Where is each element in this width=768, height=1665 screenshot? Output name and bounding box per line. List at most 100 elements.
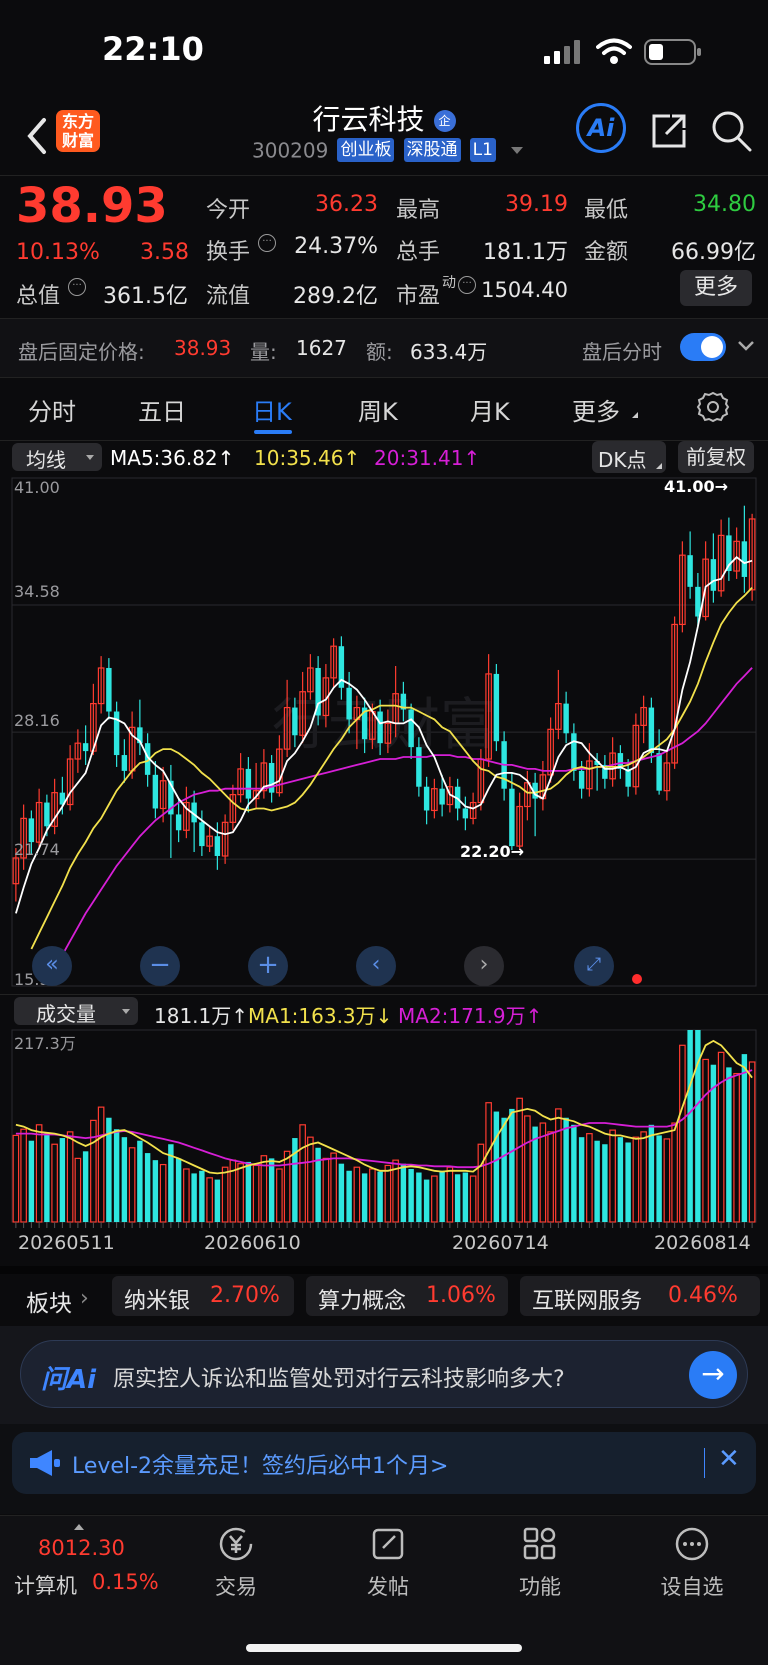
volume-bar [602, 1144, 608, 1222]
send-arrow-icon[interactable]: → [689, 1351, 737, 1399]
tab-weekly-k[interactable]: 周K [358, 392, 398, 427]
volume-bar [748, 1061, 756, 1223]
prev-icon[interactable]: ‹ [356, 946, 396, 986]
home-indicator [246, 1644, 522, 1652]
close-icon[interactable]: ✕ [718, 1444, 740, 1474]
volume-bar [717, 1051, 725, 1223]
post-tab[interactable]: 发帖 [328, 1526, 448, 1601]
tab-more[interactable]: 更多 [572, 392, 620, 427]
volume-bar [183, 1168, 190, 1223]
info-icon[interactable]: ··· [258, 234, 276, 252]
volume-value: 181.1万↑ [154, 1000, 248, 1029]
index-name[interactable]: 计算机 [14, 1570, 77, 1600]
ma20-arrow: ↑ [463, 446, 481, 470]
sector-chip[interactable]: 互联网服务 0.46% [520, 1276, 760, 1316]
info-icon[interactable]: ··· [458, 276, 476, 294]
float-value: 289.2亿 [293, 284, 378, 309]
ma-selector-label: 均线 [26, 448, 66, 472]
volume-bar [44, 1133, 50, 1222]
volume-bar [726, 1067, 732, 1222]
gear-icon[interactable] [696, 390, 730, 424]
function-tab[interactable]: 功能 [480, 1526, 600, 1601]
tab-daily-k[interactable]: 日K [252, 392, 292, 427]
volume-bar [431, 1175, 438, 1223]
index-value[interactable]: 8012.30 [38, 1536, 125, 1560]
sector-chip[interactable]: 纳米银 2.70% [112, 1276, 294, 1316]
volume-bar [322, 1157, 330, 1223]
candle-body [121, 755, 128, 771]
after-hours-vol: 1627 [296, 336, 347, 360]
kline-y-label: 28.16 [14, 711, 60, 730]
volume-bar [144, 1153, 151, 1222]
adjust-button[interactable]: 前复权 [678, 441, 754, 473]
volume-chart[interactable] [0, 1026, 768, 1230]
candle-body [152, 774, 159, 809]
tab-intraday[interactable]: 分时 [28, 392, 76, 427]
volume-bar [617, 1137, 624, 1222]
next-icon[interactable]: › [464, 946, 504, 986]
info-icon[interactable]: ··· [68, 278, 86, 296]
add-watchlist-tab[interactable]: 设自选 [632, 1526, 752, 1601]
volume-bar [454, 1174, 461, 1222]
volume-bar [82, 1151, 89, 1222]
volume-bar [563, 1117, 569, 1222]
ma-selector[interactable]: 均线 [12, 443, 102, 472]
after-hours-toggle[interactable] [680, 333, 726, 361]
chevron-right-icon[interactable]: › [80, 1286, 89, 1311]
low-marker: 22.20→ [460, 842, 525, 861]
ai-button[interactable]: Ai [576, 103, 626, 153]
zoom-out-icon[interactable]: − [140, 946, 180, 986]
level-tag: L1 [469, 138, 496, 162]
candle-body [199, 822, 205, 847]
sector-chip[interactable]: 算力概念 1.06% [306, 1276, 508, 1316]
volume-selector[interactable]: 成交量 [14, 997, 138, 1026]
volume-bar [663, 1138, 671, 1223]
volume-bar [113, 1129, 120, 1222]
dk-button[interactable]: DK点 [592, 441, 666, 473]
index-pct[interactable]: 0.15% [92, 1570, 159, 1594]
volume-bar [66, 1131, 74, 1223]
tab-monthly-k[interactable]: 月K [470, 392, 510, 427]
volume-bar [252, 1164, 260, 1223]
volume-bar [469, 1175, 477, 1223]
stock-code: 300209 [252, 138, 329, 163]
pe-sup: 动 [442, 275, 456, 291]
kline-chart[interactable]: 行云财富 [0, 474, 768, 992]
tab-five-day[interactable]: 五日 [138, 392, 186, 427]
stock-name[interactable]: 行云科技 [312, 103, 424, 136]
ma20-text: 20:31.41 [374, 446, 464, 470]
volume-bar [609, 1129, 616, 1223]
volume-bar [501, 1117, 507, 1222]
sector-label[interactable]: 板块 [26, 1284, 72, 1318]
volume-bar [446, 1166, 454, 1223]
dropdown-icon[interactable] [511, 147, 524, 154]
total-hands-value: 181.1万 [483, 240, 568, 265]
more-dots-icon [675, 1527, 709, 1561]
volume-bar [330, 1152, 337, 1223]
chevron-down-icon[interactable] [736, 338, 756, 354]
volume-bar [586, 1133, 593, 1223]
candle-body [493, 673, 500, 742]
after-hours-price: 38.93 [174, 336, 232, 360]
volume-selector-label: 成交量 [36, 1002, 96, 1026]
volume-bar [462, 1172, 469, 1222]
volume-bar [532, 1126, 538, 1222]
candle-body [571, 733, 577, 771]
volume-bar [97, 1106, 105, 1223]
level2-banner[interactable]: Level-2余量充足！签约后必中1个月> ✕ [12, 1432, 756, 1494]
ask-ai-bar[interactable]: 问Ai 原实控人诉讼和监管处罚对行云科技影响多大? → [20, 1340, 748, 1408]
volume-bar [199, 1170, 205, 1222]
volume-bar [400, 1163, 407, 1222]
more-button[interactable]: 更多 [680, 270, 752, 306]
ma10-arrow: ↑ [343, 446, 361, 470]
signal-icon [544, 40, 582, 64]
expand-icon[interactable]: ⤢ [574, 946, 614, 986]
trade-tab[interactable]: 交易 [176, 1526, 296, 1601]
search-icon[interactable] [710, 108, 754, 152]
volume-bar [221, 1166, 229, 1223]
fast-back-icon[interactable]: « [32, 946, 72, 986]
adjust-label: 前复权 [686, 445, 746, 469]
share-icon[interactable] [650, 110, 690, 150]
zoom-in-icon[interactable]: + [248, 946, 288, 986]
vol-ma2-text: MA2:171.9万 [398, 1004, 526, 1028]
